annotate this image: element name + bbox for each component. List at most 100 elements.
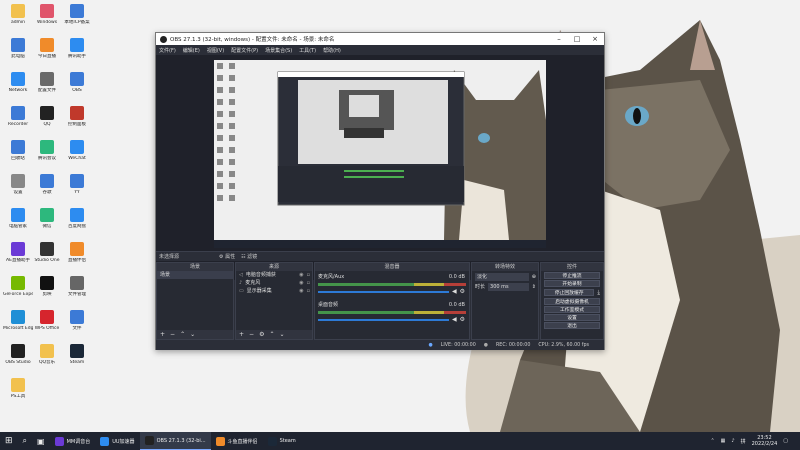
gear-icon[interactable]: ⚙ xyxy=(460,316,465,323)
visibility-eye-icon[interactable]: ◉ xyxy=(299,287,303,295)
exit-button[interactable]: 退出 xyxy=(544,322,600,329)
stop-streaming-button[interactable]: 停止推流 xyxy=(544,272,600,279)
source-item[interactable]: ▭ 显示器采集 ◉ ▫ xyxy=(236,287,312,295)
maximize-button[interactable]: □ xyxy=(568,35,586,43)
desktop-icon[interactable]: WeChat xyxy=(62,140,92,172)
visibility-eye-icon[interactable]: ◉ xyxy=(299,279,303,287)
volume-icon[interactable]: ♪ xyxy=(731,438,734,444)
lock-icon[interactable]: ▫ xyxy=(307,271,312,279)
save-replay-icon[interactable]: ⤓ xyxy=(597,289,603,297)
desktop-icon[interactable]: AE直播助手 xyxy=(3,242,33,274)
desktop-icon[interactable]: 微信 xyxy=(32,208,62,240)
filters-button[interactable]: ☷ 滤镜 xyxy=(241,253,257,260)
desktop-icon[interactable]: 此电脑 xyxy=(3,38,33,70)
settings-button[interactable]: 设置 xyxy=(544,314,600,321)
volume-slider[interactable] xyxy=(318,290,449,293)
desktop-icon[interactable]: PS工具 xyxy=(3,378,33,410)
desktop-icon[interactable]: Recorder xyxy=(3,106,33,138)
preview-area[interactable] xyxy=(156,55,604,280)
menu-item[interactable]: 编辑(E) xyxy=(183,47,200,54)
menu-item[interactable]: 视图(V) xyxy=(207,47,224,54)
menu-item[interactable]: 帮助(H) xyxy=(323,47,341,54)
input-method-icon[interactable]: 拼 xyxy=(741,438,746,445)
source-item[interactable]: ♪ 麦克风 ◉ ▫ xyxy=(236,279,312,287)
desktop-icon[interactable]: OBS xyxy=(62,72,92,104)
stop-replay-buffer-button[interactable]: 停止回放缓存 xyxy=(544,289,595,296)
clock[interactable]: 23:52 2022/2/24 xyxy=(752,435,778,447)
remove-scene-button[interactable]: − xyxy=(170,331,175,338)
duration-input[interactable]: 300 ms xyxy=(488,283,529,291)
desktop-icon[interactable]: GeForce Experience xyxy=(3,276,33,308)
desktop-icon[interactable]: 今日直播 xyxy=(32,38,62,70)
move-up-button[interactable]: ⌃ xyxy=(269,331,274,338)
desktop-icon[interactable]: 文件管理 xyxy=(62,276,92,308)
start-button[interactable]: ⊞ xyxy=(0,432,18,450)
desktop-icon[interactable]: 百度网盘 xyxy=(62,208,92,240)
desktop-icon[interactable]: QQ xyxy=(32,106,62,138)
lock-icon[interactable]: ▫ xyxy=(307,279,312,287)
task-view-button[interactable]: ▣ xyxy=(32,432,50,450)
move-down-button[interactable]: ⌄ xyxy=(190,331,195,338)
desktop-icon[interactable]: 本地ICP备案 xyxy=(62,4,92,36)
desktop-icon[interactable]: 剪映 xyxy=(32,276,62,308)
desktop-icon[interactable]: Steam xyxy=(62,344,92,376)
obs-title-bar[interactable]: OBS 27.1.3 (32-bit, windows) - 配置文件: 未命名… xyxy=(156,33,604,45)
transition-select[interactable]: 淡化 xyxy=(475,273,529,281)
desktop-icon[interactable]: 腾讯助手 xyxy=(62,38,92,70)
start-recording-button[interactable]: 开始录制 xyxy=(544,280,600,287)
desktop-icon[interactable]: YY xyxy=(62,174,92,206)
menu-item[interactable]: 工具(T) xyxy=(299,47,316,54)
desktop-icon[interactable]: 文件 xyxy=(62,310,92,342)
speaker-icon[interactable]: ◀ xyxy=(452,316,457,323)
search-button[interactable]: ⌕ xyxy=(18,432,32,450)
desktop-icon[interactable]: WPS Office xyxy=(32,310,62,342)
desktop-icon[interactable]: Studio One xyxy=(32,242,62,274)
desktop-icon[interactable]: 设置 xyxy=(3,174,33,206)
menu-item[interactable]: 配置文件(P) xyxy=(231,47,258,54)
desktop-icon[interactable]: Windows xyxy=(32,4,62,36)
gear-icon[interactable]: ⚙ xyxy=(460,288,465,295)
desktop-icon[interactable]: 直播伴侣 xyxy=(62,242,92,274)
close-button[interactable]: × xyxy=(586,35,604,43)
obs-window[interactable]: OBS 27.1.3 (32-bit, windows) - 配置文件: 未命名… xyxy=(155,32,605,350)
desktop-icon[interactable]: QQ音乐 xyxy=(32,344,62,376)
visibility-eye-icon[interactable]: ◉ xyxy=(299,271,303,279)
properties-button[interactable]: ⚙ 属性 xyxy=(219,253,235,260)
desktop-icon[interactable]: 回收站 xyxy=(3,140,33,172)
desktop-icon[interactable]: 控制面板 xyxy=(62,106,92,138)
studio-mode-button[interactable]: 工作室模式 xyxy=(544,306,600,313)
desktop-icon[interactable]: 腾讯会议 xyxy=(32,140,62,172)
add-scene-button[interactable]: + xyxy=(160,331,165,338)
desktop-icon[interactable]: 配置文件 xyxy=(32,72,62,104)
network-icon[interactable]: ▦ xyxy=(721,438,726,444)
volume-slider[interactable] xyxy=(318,318,449,321)
desktop-icon[interactable]: OBS Studio xyxy=(3,344,33,376)
taskbar-app-button[interactable]: MM调音台 xyxy=(50,432,96,450)
move-up-button[interactable]: ⌃ xyxy=(180,331,185,338)
add-icon[interactable]: ⊕ xyxy=(532,273,538,281)
spinner-icon[interactable]: ⇕ xyxy=(532,283,538,291)
desktop-icon[interactable]: 电脑管家 xyxy=(3,208,33,240)
start-virtual-camera-button[interactable]: 启动虚拟摄像机 xyxy=(544,298,600,305)
desktop-icon[interactable]: Network xyxy=(3,72,33,104)
taskbar-app-button[interactable]: 斗鱼直播伴侣 xyxy=(211,432,263,450)
move-down-button[interactable]: ⌄ xyxy=(279,331,284,338)
taskbar-app-button[interactable]: OBS 27.1.3 (32-bi... xyxy=(139,432,211,450)
preview-canvas[interactable] xyxy=(214,60,546,248)
source-item[interactable]: ◁ 电脑音频捕获 ◉ ▫ xyxy=(236,271,312,279)
taskbar-app-button[interactable]: Steam xyxy=(263,432,301,450)
menu-item[interactable]: 文件(F) xyxy=(159,47,176,54)
remove-source-button[interactable]: − xyxy=(249,331,254,338)
speaker-icon[interactable]: ◀ xyxy=(452,288,457,295)
tray-chevron-up-icon[interactable]: ⌃ xyxy=(710,438,714,444)
minimize-button[interactable]: – xyxy=(550,35,568,43)
add-source-button[interactable]: + xyxy=(239,331,244,338)
scene-item[interactable]: 场景 xyxy=(157,271,233,279)
taskbar-app-button[interactable]: UU加速器 xyxy=(95,432,139,450)
source-settings-gear-icon[interactable]: ⚙ xyxy=(259,331,264,338)
desktop-icon[interactable]: 谷歌 xyxy=(32,174,62,206)
desktop-icon[interactable]: Microsoft Edge xyxy=(3,310,33,342)
desktop-icon[interactable]: admin xyxy=(3,4,33,36)
lock-icon[interactable]: ▫ xyxy=(307,287,312,295)
menu-item[interactable]: 场景集合(S) xyxy=(265,47,292,54)
